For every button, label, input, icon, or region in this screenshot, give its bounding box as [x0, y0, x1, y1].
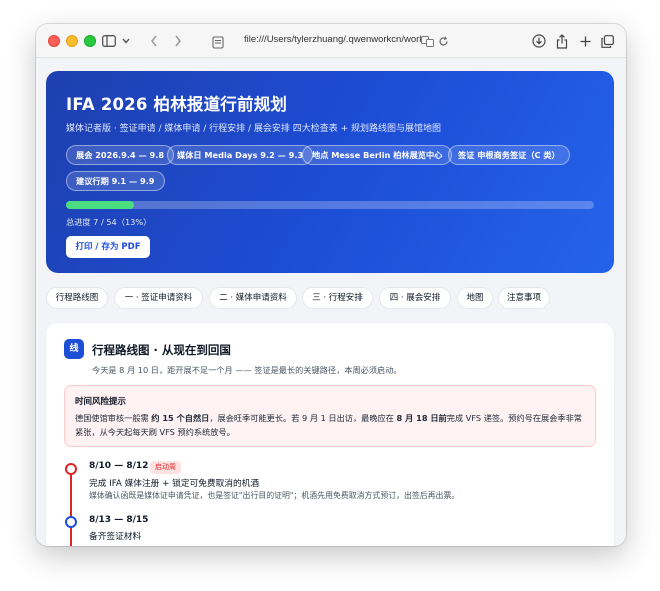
close-window-button[interactable]	[48, 35, 60, 47]
browser-toolbar: file:///Users/tylerzhuang/.qwenworkcn/wo…	[36, 24, 626, 58]
alert-body: 德国使馆审核一般需 约 15 个自然日，展会旺季可能更长。若 9 月 1 日出访…	[75, 413, 582, 437]
reload-icon[interactable]	[436, 31, 450, 51]
page-icon	[212, 34, 224, 53]
address-bar[interactable]: file:///Users/tylerzhuang/.qwenworkcn/wo…	[244, 34, 422, 48]
progress-bar-fill	[66, 201, 135, 209]
zoom-window-button[interactable]	[84, 35, 96, 47]
timeline-title: 备齐签证材料	[89, 532, 142, 542]
timeline-date: 8/13 — 8/15	[89, 515, 149, 525]
timeline-desc: 媒体确认函既是媒体证申请凭证，也是签证"出行目的证明"；机酒先用免费取消方式预订…	[89, 491, 460, 500]
page-viewport: IFA 2026 柏林报道行前规划 媒体记者版 · 签证申请 / 媒体申请 / …	[36, 59, 626, 546]
section-subtitle: 今天是 8 月 10 日，距开展不足一个月 —— 签证是最长的关键路径，本周必须…	[92, 365, 402, 375]
tab-roadmap[interactable]: 行程路线图	[46, 287, 108, 309]
print-button[interactable]: 打印 / 存为 PDF	[66, 236, 150, 258]
chevron-down-icon[interactable]	[120, 31, 132, 51]
timeline-dot-next	[65, 516, 77, 528]
translate-icon[interactable]	[420, 31, 434, 51]
minimize-window-button[interactable]	[66, 35, 78, 47]
back-icon[interactable]	[144, 31, 164, 51]
browser-window: file:///Users/tylerzhuang/.qwenworkcn/wo…	[36, 24, 626, 546]
page-title: IFA 2026 柏林报道行前规划	[66, 95, 288, 114]
timeline-tag: 启动周	[150, 461, 181, 474]
alert-title: 时间风险提示	[75, 397, 127, 407]
share-icon[interactable]	[553, 31, 571, 51]
timeline-title: 完成 IFA 媒体注册 + 锁定可免费取消的机酒	[89, 479, 260, 489]
tab-map[interactable]: 地图	[457, 287, 493, 309]
chip-location: 地点 Messe Berlin 柏林展览中心	[302, 145, 453, 165]
tab-notes[interactable]: 注意事项	[498, 287, 550, 309]
chip-suggested-dates: 建议行期 9.1 — 9.9	[66, 171, 165, 191]
roadmap-section: 线 行程路线图 · 从现在到回国 今天是 8 月 10 日，距开展不足一个月 —…	[46, 323, 614, 546]
progress-text: 总进度 7 / 54（13%）	[66, 217, 152, 227]
tab-media-docs[interactable]: 二 · 媒体申请资料	[209, 287, 297, 309]
page-subtitle: 媒体记者版 · 签证申请 / 媒体申请 / 行程安排 / 展会安排 四大检查表 …	[66, 124, 441, 134]
chip-visa: 签证 申根商务签证（C 类）	[448, 145, 570, 165]
section-badge: 线	[64, 339, 84, 359]
forward-icon[interactable]	[168, 31, 188, 51]
plus-icon[interactable]	[576, 31, 594, 51]
sidebar-icon[interactable]	[100, 31, 118, 51]
tab-visa-docs[interactable]: 一 · 签证申请资料	[114, 287, 203, 309]
timeline-line	[70, 469, 72, 546]
chip-media-days: 媒体日 Media Days 9.2 — 9.3	[167, 145, 314, 165]
tab-itinerary[interactable]: 三 · 行程安排	[302, 287, 373, 309]
timeline-date: 8/10 — 8/12	[89, 461, 149, 471]
chip-exhibition-dates: 展会 2026.9.4 — 9.8	[66, 145, 175, 165]
timeline-dot-current	[65, 463, 77, 475]
hero-banner: IFA 2026 柏林报道行前规划 媒体记者版 · 签证申请 / 媒体申请 / …	[46, 71, 614, 273]
tabs-icon[interactable]	[598, 31, 616, 51]
tab-exhibition[interactable]: 四 · 展会安排	[379, 287, 451, 309]
section-title: 行程路线图 · 从现在到回国	[92, 343, 231, 357]
risk-alert: 时间风险提示 德国使馆审核一般需 约 15 个自然日，展会旺季可能更长。若 9 …	[64, 385, 596, 447]
progress-bar	[66, 201, 594, 209]
download-icon[interactable]	[530, 31, 548, 51]
